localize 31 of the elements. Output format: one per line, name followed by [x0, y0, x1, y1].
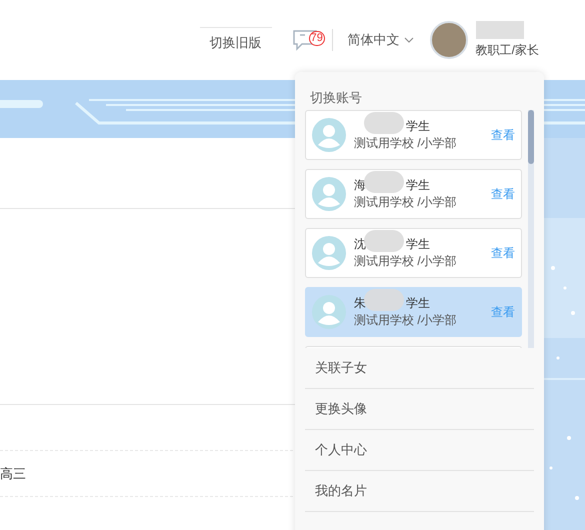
menu-item[interactable]: 个人中心	[305, 430, 534, 471]
school-text: 测试用学校 /小学部	[354, 135, 458, 152]
person-icon	[312, 177, 346, 211]
account-role: 学生	[406, 236, 430, 253]
account-role: 学生	[406, 295, 430, 312]
language-dropdown[interactable]: 简体中文	[348, 30, 414, 50]
user-role: 教职工/家长	[476, 42, 539, 59]
account-card[interactable]: 沈 学生 测试用学校 /小学部 查看	[305, 228, 522, 278]
account-role: 学生	[406, 177, 430, 194]
account-card[interactable]: 朱 学生 测试用学校 /小学部 查看	[305, 287, 522, 337]
redaction-blur	[364, 289, 404, 311]
menu-item[interactable]: 更换头像	[305, 389, 534, 430]
school-text: 测试用学校 /小学部	[354, 253, 458, 270]
redaction-blur	[476, 21, 524, 39]
redaction-blur	[364, 171, 404, 193]
old-version-link[interactable]: 切换旧版	[200, 27, 272, 53]
menu-item[interactable]: 关联子女	[305, 348, 534, 389]
account-card[interactable]: 海 学生 测试用学校 /小学部 查看	[305, 169, 522, 219]
person-icon	[312, 236, 346, 270]
message-count-badge: 79	[308, 31, 325, 46]
student-name: 海	[354, 177, 366, 194]
grade-text: 高三	[0, 464, 26, 483]
school-text: 测试用学校 /小学部	[354, 194, 458, 211]
chevron-down-icon	[404, 37, 414, 43]
person-icon	[312, 295, 346, 329]
menu-item[interactable]: 我的名片	[305, 471, 534, 512]
student-name: 沈	[354, 236, 366, 253]
redaction-blur	[364, 230, 404, 252]
avatar[interactable]	[430, 21, 468, 59]
student-name: 朱	[354, 295, 366, 312]
school-text: 测试用学校 /小学部	[354, 312, 458, 329]
